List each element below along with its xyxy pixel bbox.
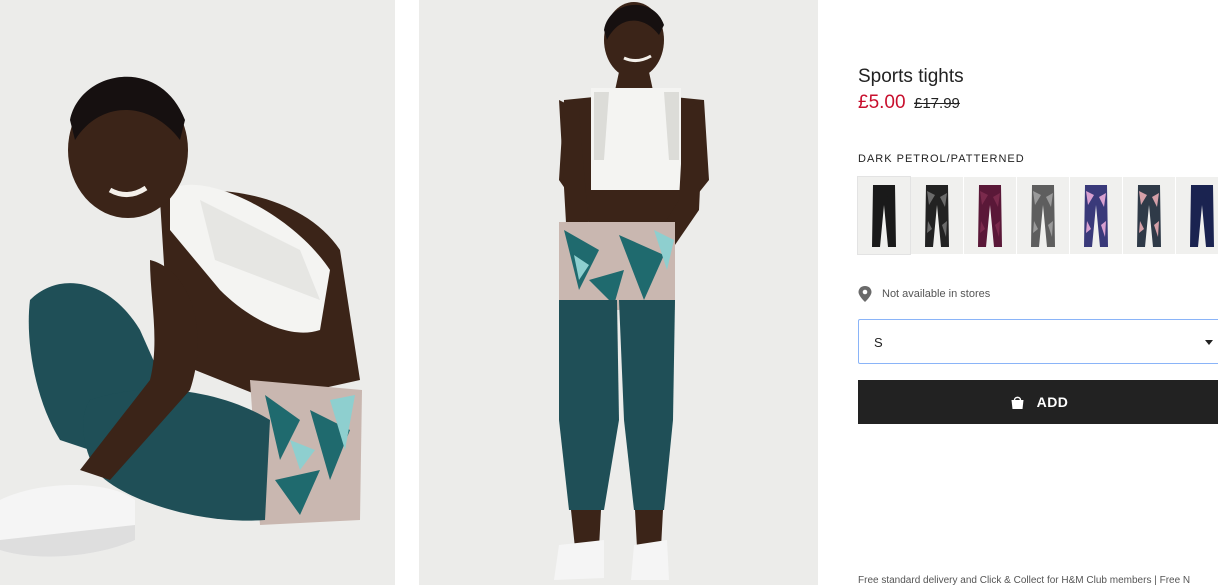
color-swatch[interactable] xyxy=(1123,177,1175,254)
color-swatch[interactable] xyxy=(1017,177,1069,254)
shopping-bag-icon xyxy=(1011,396,1024,409)
photo-gap xyxy=(395,0,419,585)
sale-price: £5.00 xyxy=(858,92,906,113)
caret-down-icon xyxy=(1205,340,1213,345)
store-availability: Not available in stores xyxy=(858,286,990,302)
color-swatch[interactable] xyxy=(964,177,1016,254)
model-seated-illustration xyxy=(0,0,395,585)
leggings-thumbnail-icon xyxy=(978,185,1002,247)
leggings-thumbnail-icon xyxy=(872,185,896,247)
store-availability-text: Not available in stores xyxy=(882,288,991,300)
color-swatch[interactable] xyxy=(911,177,963,254)
leggings-thumbnail-icon xyxy=(1084,185,1108,247)
color-swatch[interactable] xyxy=(1176,177,1218,254)
leggings-thumbnail-icon xyxy=(1190,185,1214,247)
leggings-thumbnail-icon xyxy=(1137,185,1161,247)
leggings-thumbnail-icon xyxy=(1031,185,1055,247)
size-selected-value: S xyxy=(874,335,883,350)
product-photo-seated[interactable] xyxy=(0,0,395,585)
color-swatch[interactable] xyxy=(857,176,911,255)
size-select[interactable]: S xyxy=(858,319,1218,364)
color-swatch[interactable] xyxy=(1070,177,1122,254)
product-info-panel: Sports tights £5.00 £17.99 DARK PETROL/P… xyxy=(857,0,1218,586)
selected-color-name: DARK PETROL/PATTERNED xyxy=(858,153,1025,165)
delivery-note: Free standard delivery and Click & Colle… xyxy=(858,575,1191,586)
product-title: Sports tights xyxy=(858,66,964,87)
add-button-label: ADD xyxy=(1036,394,1069,410)
leggings-thumbnail-icon xyxy=(925,185,949,247)
add-to-bag-button[interactable]: ADD xyxy=(858,380,1218,424)
color-swatches xyxy=(857,176,1218,255)
model-standing-illustration xyxy=(419,0,818,585)
product-photo-standing[interactable] xyxy=(419,0,818,585)
location-pin-icon xyxy=(858,286,872,302)
price-row: £5.00 £17.99 xyxy=(858,92,960,114)
original-price: £17.99 xyxy=(914,95,960,112)
